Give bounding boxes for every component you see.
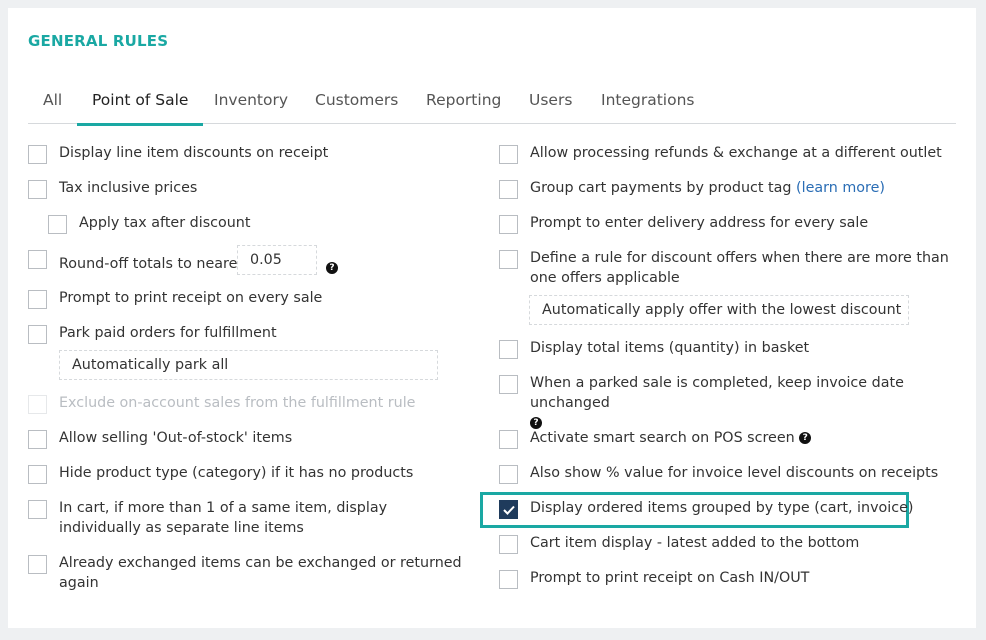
checkbox-hide-product-type[interactable] xyxy=(28,465,47,484)
rule-label: Allow processing refunds & exchange at a… xyxy=(530,145,942,161)
check-icon xyxy=(503,505,515,515)
rule-label: Hide product type (category) if it has n… xyxy=(59,465,414,481)
checkbox-prompt-cash-in-out[interactable] xyxy=(499,570,518,589)
checkbox-display-line-item-discounts[interactable] xyxy=(28,145,47,164)
tab-inventory[interactable]: Inventory xyxy=(199,88,303,124)
rule-tax-inclusive-prices: Tax inclusive prices xyxy=(28,180,468,199)
tab-users[interactable]: Users xyxy=(514,88,587,124)
parked-sale-date-text: When a parked sale is completed, keep in… xyxy=(530,375,904,411)
checkbox-display-grouped[interactable] xyxy=(499,500,518,519)
rule-prompt-cash-in-out: Prompt to print receipt on Cash IN/OUT xyxy=(499,570,959,589)
rule-label: Display line item discounts on receipt xyxy=(59,145,329,161)
smart-search-text: Activate smart search on POS screen xyxy=(530,430,795,446)
checkbox-group-cart-payments[interactable] xyxy=(499,180,518,199)
checkbox-parked-sale-date[interactable] xyxy=(499,375,518,394)
tab-point-of-sale[interactable]: Point of Sale xyxy=(77,88,204,126)
checkbox-prompt-delivery-address[interactable] xyxy=(499,215,518,234)
checkbox-apply-tax-after-discount[interactable] xyxy=(48,215,67,234)
checkbox-park-paid-orders[interactable] xyxy=(28,325,47,344)
rule-label: Exclude on-account sales from the fulfil… xyxy=(59,395,416,411)
rule-display-grouped: Display ordered items grouped by type (c… xyxy=(499,500,959,519)
round-off-help-icon[interactable]: ? xyxy=(326,257,338,276)
rule-label: When a parked sale is completed, keep in… xyxy=(530,373,955,433)
checkbox-display-total-items[interactable] xyxy=(499,340,518,359)
discount-option-select[interactable]: Automatically apply offer with the lowes… xyxy=(529,295,909,325)
rule-label: In cart, if more than 1 of a same item, … xyxy=(59,500,388,536)
checkbox-cart-latest-bottom[interactable] xyxy=(499,535,518,554)
rule-label: Group cart payments by product tag (lear… xyxy=(530,178,885,198)
tab-all[interactable]: All xyxy=(28,88,77,124)
rule-label: Display total items (quantity) in basket xyxy=(530,340,810,356)
checkbox-cart-individual-line[interactable] xyxy=(28,500,47,519)
checkbox-allow-out-of-stock[interactable] xyxy=(28,430,47,449)
smart-search-help-icon[interactable]: ? xyxy=(799,432,812,444)
section-title: GENERAL RULES xyxy=(28,32,169,50)
rule-cart-individual-line: In cart, if more than 1 of a same item, … xyxy=(28,500,468,538)
checkbox-prompt-print-receipt[interactable] xyxy=(28,290,47,309)
rule-label: Tax inclusive prices xyxy=(59,180,198,196)
rule-label: Apply tax after discount xyxy=(79,215,251,231)
rule-prompt-print-receipt: Prompt to print receipt on every sale xyxy=(28,290,468,309)
rule-display-line-item-discounts: Display line item discounts on receipt xyxy=(28,145,468,164)
rule-label: Prompt to enter delivery address for eve… xyxy=(530,215,869,231)
rule-label: Round-off totals to nearest xyxy=(59,256,251,272)
rule-label: Prompt to print receipt on Cash IN/OUT xyxy=(530,570,810,586)
round-off-input[interactable]: 0.05 xyxy=(237,245,317,275)
tab-reporting[interactable]: Reporting xyxy=(411,88,516,124)
checkbox-allow-refunds-other-outlet[interactable] xyxy=(499,145,518,164)
checkbox-discount-offers[interactable] xyxy=(499,250,518,269)
park-option-select[interactable]: Automatically park all xyxy=(59,350,438,380)
rule-label: Cart item display - latest added to the … xyxy=(530,535,860,551)
rule-label: Allow selling 'Out-of-stock' items xyxy=(59,430,293,446)
rule-prompt-delivery-address: Prompt to enter delivery address for eve… xyxy=(499,215,959,234)
rule-label: Also show % value for invoice level disc… xyxy=(530,465,939,481)
rule-hide-product-type: Hide product type (category) if it has n… xyxy=(28,465,468,484)
rule-allow-out-of-stock: Allow selling 'Out-of-stock' items xyxy=(28,430,468,449)
rule-smart-search: Activate smart search on POS screen ? xyxy=(499,430,959,449)
rule-apply-tax-after-discount: Apply tax after discount xyxy=(48,215,468,234)
group-cart-payments-text: Group cart payments by product tag xyxy=(530,180,792,196)
rule-label: Define a rule for discount offers when t… xyxy=(530,250,949,286)
rule-label: Display ordered items grouped by type (c… xyxy=(530,500,914,516)
rule-already-exchanged: Already exchanged items can be exchanged… xyxy=(28,555,478,593)
rule-park-paid-orders: Park paid orders for fulfillment xyxy=(28,325,468,344)
tab-integrations[interactable]: Integrations xyxy=(586,88,709,124)
checkbox-show-percent-value[interactable] xyxy=(499,465,518,484)
rule-allow-refunds-other-outlet: Allow processing refunds & exchange at a… xyxy=(499,145,959,164)
rule-label: Prompt to print receipt on every sale xyxy=(59,290,323,306)
checkbox-tax-inclusive-prices[interactable] xyxy=(28,180,47,199)
rule-label: Already exchanged items can be exchanged… xyxy=(59,555,462,591)
checkbox-round-off-totals[interactable] xyxy=(28,250,47,269)
tab-customers[interactable]: Customers xyxy=(300,88,413,124)
rule-cart-latest-bottom: Cart item display - latest added to the … xyxy=(499,535,959,554)
rule-show-percent-value: Also show % value for invoice level disc… xyxy=(499,465,959,484)
rule-discount-offers: Define a rule for discount offers when t… xyxy=(499,250,959,288)
rule-label: Activate smart search on POS screen ? xyxy=(530,428,812,448)
rule-label: Park paid orders for fulfillment xyxy=(59,325,277,341)
checkbox-smart-search[interactable] xyxy=(499,430,518,449)
rule-display-total-items: Display total items (quantity) in basket xyxy=(499,340,959,359)
checkbox-exclude-on-account xyxy=(28,395,47,414)
tab-bar: All Point of Sale Inventory Customers Re… xyxy=(28,84,956,126)
rule-exclude-on-account: Exclude on-account sales from the fulfil… xyxy=(28,395,468,414)
rule-group-cart-payments: Group cart payments by product tag (lear… xyxy=(499,180,959,199)
rule-parked-sale-date: When a parked sale is completed, keep in… xyxy=(499,375,959,433)
learn-more-link[interactable]: (learn more) xyxy=(796,180,885,196)
checkbox-already-exchanged[interactable] xyxy=(28,555,47,574)
